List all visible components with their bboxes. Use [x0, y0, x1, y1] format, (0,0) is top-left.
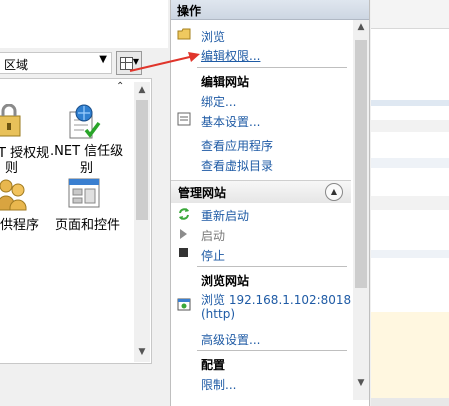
restart-link[interactable]: 重新启动: [201, 207, 249, 224]
chevron-down-icon: ▼: [99, 54, 107, 65]
actions-header-title: 操作: [177, 4, 202, 18]
edit-site-title: 编辑网站: [201, 75, 250, 89]
edit-permissions-link[interactable]: 编辑权限...: [201, 47, 260, 64]
view-virtual-directories-link[interactable]: 查看虚拟目录: [201, 157, 273, 174]
feature-providers-label[interactable]: 供程序: [0, 214, 39, 233]
pages-controls-icon[interactable]: [68, 178, 100, 210]
separator: [197, 266, 347, 267]
annotation-arrow-icon: [129, 52, 200, 72]
feature-pages-controls-label[interactable]: 页面和控件: [55, 214, 120, 233]
actions-scroll-thumb[interactable]: [355, 40, 367, 288]
stop-icon: [179, 248, 188, 257]
feature-dotnet-trust-label-2: 别: [80, 161, 94, 176]
browse-folder-icon: [177, 28, 191, 40]
lock-folder-icon[interactable]: [0, 104, 24, 138]
basic-settings-icon: [177, 112, 191, 126]
background-row: [371, 100, 449, 106]
background-row: [371, 196, 449, 210]
config-title: 配置: [201, 358, 226, 372]
manage-site-title: 管理网站: [178, 186, 227, 200]
background-row: [371, 158, 449, 168]
separator: [197, 67, 347, 68]
scroll-up-arrow-icon[interactable]: ▲: [353, 22, 369, 36]
limits-link[interactable]: 限制...: [201, 376, 236, 393]
dotnet-trust-icon[interactable]: [68, 104, 102, 140]
group-by-value: 区域: [4, 58, 29, 72]
restart-icon: [179, 208, 189, 220]
browse-link[interactable]: 浏览: [201, 28, 225, 45]
browse-url-link-protocol[interactable]: (http): [201, 307, 235, 321]
view-applications-link[interactable]: 查看应用程序: [201, 137, 273, 154]
advanced-settings-link[interactable]: 高级设置...: [201, 331, 260, 348]
scroll-down-arrow-icon[interactable]: ▼: [134, 344, 150, 360]
collapse-chevron-icon[interactable]: ⌃: [116, 81, 124, 92]
background-toolbar: [371, 0, 449, 29]
browse-url-icon: [177, 298, 191, 311]
feature-authorization-rules-label-2: 则: [5, 161, 19, 176]
browse-url-link[interactable]: 浏览 192.168.1.102:8018: [201, 291, 351, 308]
manage-site-section-header[interactable]: 管理网站 ▲: [171, 180, 351, 203]
background-row: [371, 120, 449, 132]
actions-header: 操作: [171, 0, 369, 20]
background-highlight-area: [371, 312, 449, 406]
providers-icon[interactable]: [0, 178, 28, 212]
background-statusbar: [371, 398, 449, 406]
scroll-down-arrow-icon[interactable]: ▼: [353, 378, 369, 392]
stop-link[interactable]: 停止: [201, 247, 225, 264]
basic-settings-link[interactable]: 基本设置...: [201, 113, 260, 130]
separator: [197, 350, 347, 351]
start-icon: [180, 229, 187, 239]
left-window-blank-area: [0, 0, 168, 48]
bindings-link[interactable]: 绑定...: [201, 93, 236, 110]
browse-site-title: 浏览网站: [201, 274, 250, 288]
start-link[interactable]: 启动: [201, 227, 225, 244]
features-scroll-thumb[interactable]: [136, 100, 148, 220]
group-by-combobox[interactable]: 区域 ▼: [0, 52, 112, 74]
scroll-up-arrow-icon[interactable]: ▲: [134, 82, 150, 98]
background-row: [371, 250, 449, 258]
collapse-section-icon[interactable]: ▲: [325, 183, 343, 201]
